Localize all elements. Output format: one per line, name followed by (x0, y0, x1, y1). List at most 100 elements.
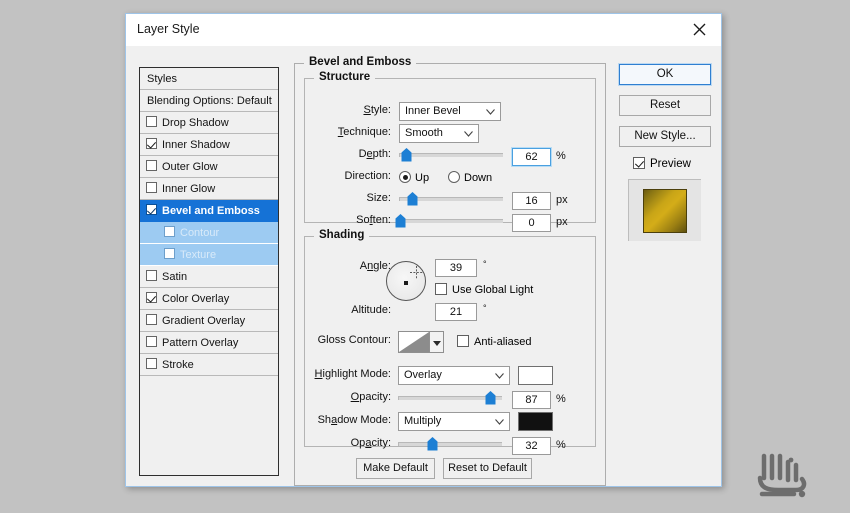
shadow-opacity-unit: % (556, 439, 566, 451)
new-style-button[interactable]: New Style... (619, 126, 711, 147)
depth-value: 62 (525, 151, 538, 163)
style-item-texture[interactable]: Texture (140, 244, 278, 266)
style-item-label: Satin (162, 271, 188, 283)
reset-label: Reset (649, 99, 681, 111)
style-item-label: Drop Shadow (162, 117, 229, 129)
structure-group: Structure Style: Inner Bevel Technique: (304, 71, 596, 232)
highlight-mode-select[interactable]: Overlay (398, 366, 510, 385)
style-item-inner-shadow[interactable]: Inner Shadow (140, 134, 278, 156)
soften-slider[interactable] (399, 219, 503, 223)
shadow-opacity-slider[interactable] (398, 442, 502, 446)
shadow-color-swatch[interactable] (518, 412, 553, 431)
chevron-down-icon (464, 131, 473, 137)
dialog-titlebar: Layer Style (126, 14, 721, 47)
style-item-gradient-overlay[interactable]: Gradient Overlay (140, 310, 278, 332)
checkbox-off-icon[interactable] (146, 336, 157, 347)
size-input[interactable]: 16 (512, 192, 551, 210)
shadow-mode-label: Shadow Mode: (317, 414, 391, 426)
checkbox-off-icon[interactable] (146, 116, 157, 127)
soften-value: 0 (528, 217, 535, 229)
style-item-stroke[interactable]: Stroke (140, 354, 278, 376)
highlight-mode-label: Highlight Mode: (314, 368, 391, 380)
direction-down-label: Down (464, 172, 493, 184)
checkbox-off-icon[interactable] (146, 270, 157, 281)
style-item-bevel-and-emboss[interactable]: Bevel and Emboss (140, 200, 278, 222)
checkbox-off-icon[interactable] (146, 314, 157, 325)
anti-aliased-label: Anti-aliased (474, 336, 532, 348)
shadow-opacity-thumb[interactable] (427, 437, 438, 451)
style-item-satin[interactable]: Satin (140, 266, 278, 288)
checkbox-off-icon[interactable] (164, 226, 175, 237)
styles-header-label: Styles (147, 73, 177, 85)
styles-list-header[interactable]: Styles (140, 68, 278, 90)
technique-select[interactable]: Smooth (399, 124, 479, 143)
blending-options-row[interactable]: Blending Options: Default (140, 90, 278, 112)
direction-up-radio[interactable]: Up (399, 171, 429, 184)
highlight-opacity-input[interactable]: 87 (512, 391, 551, 409)
radio-on-icon (399, 171, 411, 183)
chevron-down-icon (495, 419, 504, 425)
reset-to-default-button[interactable]: Reset to Default (443, 458, 532, 479)
style-item-label: Bevel and Emboss (162, 205, 260, 217)
checkbox-on-icon[interactable] (146, 138, 157, 149)
close-icon[interactable] (677, 14, 721, 45)
size-unit: px (556, 194, 568, 206)
style-select[interactable]: Inner Bevel (399, 102, 501, 121)
highlight-opacity-unit: % (556, 393, 566, 405)
use-global-light-checkbox[interactable]: Use Global Light (435, 283, 533, 296)
checkbox-off-icon[interactable] (164, 248, 175, 259)
direction-up-label: Up (415, 172, 430, 184)
use-global-light-label: Use Global Light (452, 284, 534, 296)
style-item-inner-glow[interactable]: Inner Glow (140, 178, 278, 200)
checkbox-off-icon[interactable] (146, 160, 157, 171)
shading-group-title: Shading (314, 229, 370, 241)
checkbox-off-icon[interactable] (146, 358, 157, 369)
depth-slider-thumb[interactable] (401, 148, 412, 162)
angle-label: Angle: (359, 260, 391, 272)
style-item-drop-shadow[interactable]: Drop Shadow (140, 112, 278, 134)
style-item-label: Contour (180, 227, 220, 239)
soften-slider-thumb[interactable] (395, 214, 406, 228)
ok-button[interactable]: OK (618, 63, 712, 86)
depth-slider[interactable] (399, 153, 503, 157)
style-item-label: Color Overlay (162, 293, 230, 305)
style-item-contour[interactable]: Contour (140, 222, 278, 244)
size-label: Size: (366, 192, 391, 204)
highlight-opacity-thumb[interactable] (485, 391, 496, 405)
shadow-opacity-label: Opacity: (350, 437, 391, 449)
soften-input[interactable]: 0 (512, 214, 551, 232)
angle-input[interactable]: 39 (435, 259, 477, 277)
style-item-label: Pattern Overlay (162, 337, 239, 349)
depth-input[interactable]: 62 (511, 147, 552, 167)
angle-dial[interactable] (386, 261, 426, 301)
altitude-input[interactable]: 21 (435, 303, 477, 321)
reset-button[interactable]: Reset (619, 95, 711, 116)
style-item-color-overlay[interactable]: Color Overlay (140, 288, 278, 310)
layer-style-dialog: Layer Style Styles Blending Options: Def… (125, 13, 807, 498)
checkbox-on-icon[interactable] (146, 292, 157, 303)
gloss-contour-dropdown-arrow[interactable] (430, 331, 444, 353)
crosshair-cursor-icon (410, 266, 423, 279)
gloss-contour-preview[interactable] (398, 331, 430, 353)
direction-down-radio[interactable]: Down (448, 171, 492, 184)
style-item-outer-glow[interactable]: Outer Glow (140, 156, 278, 178)
altitude-unit: ° (483, 303, 487, 313)
styles-item-container: Drop Shadow Inner Shadow Outer Glow Inner G… (140, 112, 278, 376)
make-default-button[interactable]: Make Default (356, 458, 435, 479)
direction-label: Direction: (344, 170, 391, 182)
highlight-opacity-value: 87 (525, 394, 538, 406)
technique-select-value: Smooth (405, 127, 443, 139)
reset-to-default-label: Reset to Default (448, 462, 527, 474)
dialog-body: Styles Blending Options: Default Drop Sh… (126, 46, 807, 498)
shadow-opacity-input[interactable]: 32 (512, 437, 551, 455)
style-item-pattern-overlay[interactable]: Pattern Overlay (140, 332, 278, 354)
checkbox-on-icon[interactable] (146, 204, 157, 215)
anti-aliased-checkbox[interactable]: Anti-aliased (457, 335, 531, 348)
calligraphy-watermark-icon (744, 432, 822, 510)
preview-checkbox[interactable]: Preview (633, 157, 711, 170)
highlight-color-swatch[interactable] (518, 366, 553, 385)
checkbox-off-icon[interactable] (146, 182, 157, 193)
size-slider-thumb[interactable] (407, 192, 418, 206)
gloss-contour-label: Gloss Contour: (317, 334, 391, 346)
shadow-mode-select[interactable]: Multiply (398, 412, 510, 431)
